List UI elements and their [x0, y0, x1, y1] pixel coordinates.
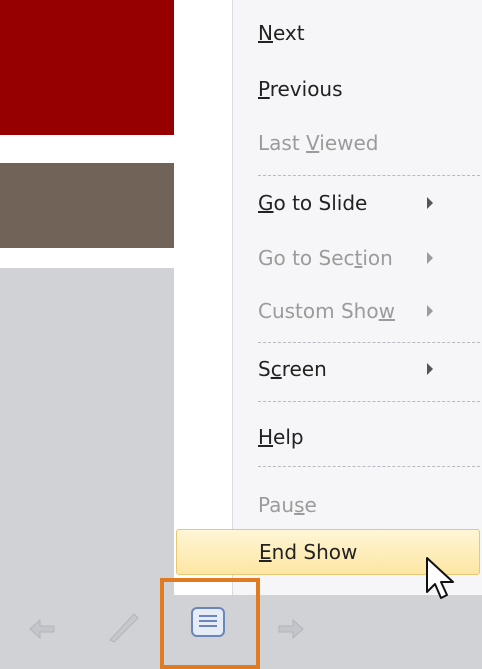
menu-item-label: Next [258, 21, 305, 45]
pen-icon[interactable] [104, 606, 144, 646]
menu-item-label: Pause [258, 493, 317, 517]
menu-item-screen[interactable]: Screen [234, 344, 480, 394]
menu-gutter-divider [232, 0, 233, 595]
menu-item-label: Custom Show [258, 299, 395, 323]
slide-menu-icon[interactable] [189, 605, 227, 641]
previous-arrow-icon[interactable] [28, 618, 56, 640]
menu-item-pause: Pause [234, 480, 480, 530]
menu-item-go-to-slide[interactable]: Go to Slide [234, 178, 480, 228]
menu-item-next[interactable]: Next [234, 8, 480, 58]
menu-item-label: Help [258, 425, 304, 449]
menu-item-label: Screen [258, 357, 327, 381]
slideshow-context-menu: Next Previous Last Viewed Go to Slide Go… [174, 0, 482, 595]
menu-separator [258, 401, 480, 402]
slide-spacer [0, 135, 174, 163]
menu-item-previous[interactable]: Previous [234, 64, 480, 114]
menu-item-last-viewed: Last Viewed [234, 118, 480, 168]
slide-subtitle-band [0, 163, 174, 248]
menu-item-go-to-section: Go to Section [234, 233, 480, 283]
submenu-arrow-icon [427, 197, 433, 209]
menu-separator [258, 175, 480, 176]
submenu-arrow-icon [427, 363, 433, 375]
menu-item-custom-show: Custom Show [234, 286, 480, 336]
menu-item-label: End Show [259, 540, 358, 564]
submenu-arrow-icon [427, 252, 433, 264]
slide-title-band [0, 0, 174, 135]
menu-icon-gutter [174, 0, 232, 595]
menu-separator [258, 342, 480, 343]
menu-item-label: Go to Slide [258, 191, 368, 215]
menu-item-label: Go to Section [258, 246, 393, 270]
slide-spacer [0, 248, 174, 268]
menu-item-label: Last Viewed [258, 131, 379, 155]
next-arrow-icon[interactable] [277, 618, 305, 640]
slide-preview [0, 0, 174, 669]
submenu-arrow-icon [427, 305, 433, 317]
menu-item-help[interactable]: Help [234, 412, 480, 462]
mouse-cursor-icon [426, 557, 454, 599]
menu-separator [258, 466, 480, 467]
menu-item-label: Previous [258, 77, 343, 101]
